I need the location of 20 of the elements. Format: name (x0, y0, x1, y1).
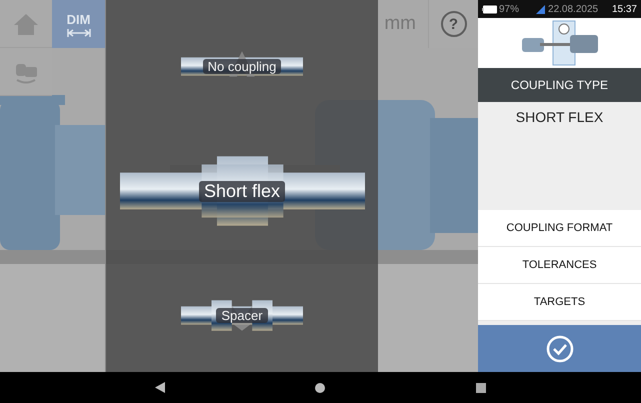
confirm-button[interactable] (478, 325, 641, 372)
signal-icon (536, 4, 546, 14)
date: 22.08.2025 (548, 4, 598, 14)
battery-icon (482, 4, 498, 14)
menu-item[interactable]: TARGETS (478, 284, 641, 321)
coupling-option[interactable]: Short flex (120, 150, 364, 232)
home-icon (12, 12, 40, 36)
battery-level: 97% (499, 4, 520, 14)
time: 15:37 (612, 4, 637, 14)
dimension-arrow-icon (66, 28, 90, 36)
check-icon (546, 334, 574, 362)
coupling-type-value: SHORT FLEX (514, 108, 604, 127)
menu-item[interactable]: TOLERANCES (478, 247, 641, 284)
circle-icon (315, 382, 326, 392)
coupling-option[interactable]: Spacer (181, 295, 303, 336)
coupling-option[interactable]: No coupling (181, 46, 303, 87)
menu-item[interactable]: COUPLING FORMAT (478, 210, 641, 247)
panel-header: COUPLING TYPE (478, 68, 641, 102)
square-icon (476, 382, 486, 392)
back-icon (155, 382, 166, 393)
